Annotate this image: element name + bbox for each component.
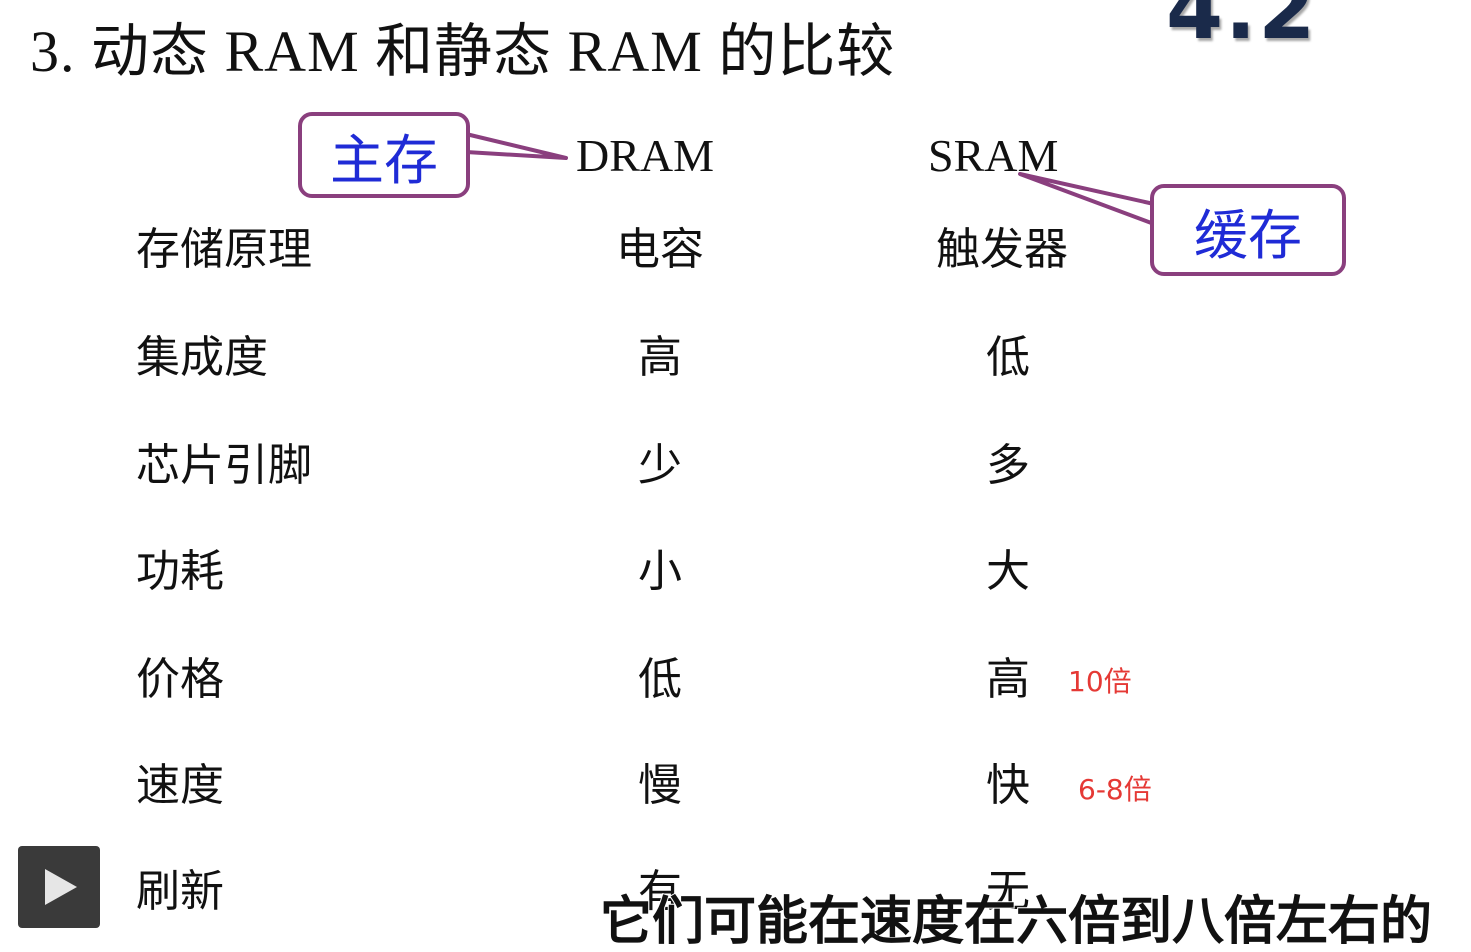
row-label-speed: 速度 xyxy=(136,760,224,811)
row-label-power: 功耗 xyxy=(136,546,224,597)
cell-dram-price: 低 xyxy=(638,654,682,705)
column-header-sram: SRAM xyxy=(928,130,1059,181)
callout-pointer-main xyxy=(464,132,568,160)
row-label-chip-pins: 芯片引脚 xyxy=(136,440,312,491)
play-icon xyxy=(45,869,77,905)
play-button[interactable] xyxy=(18,846,100,928)
cell-sram-speed: 快 xyxy=(986,760,1030,811)
row-label-storage-principle: 存储原理 xyxy=(136,224,312,275)
video-subtitle: 它们可能在速度在六倍到八倍左右的 xyxy=(599,891,1433,952)
cell-sram-chip-pins: 多 xyxy=(986,440,1030,491)
column-header-dram: DRAM xyxy=(576,130,715,181)
cell-sram-storage-principle: 触发器 xyxy=(936,224,1068,275)
cell-dram-speed: 慢 xyxy=(638,760,682,811)
note-price-ratio: 10倍 xyxy=(1068,665,1132,698)
cell-dram-storage-principle: 电容 xyxy=(616,224,704,275)
section-number: 4.2 xyxy=(1166,0,1318,58)
cell-dram-chip-pins: 少 xyxy=(638,440,682,491)
cell-dram-integration: 高 xyxy=(638,332,682,383)
row-label-price: 价格 xyxy=(136,654,224,705)
slide-title: 3. 动态 RAM 和静态 RAM 的比较 xyxy=(30,19,896,84)
callout-cache: 缓存 xyxy=(1150,184,1346,276)
row-label-integration: 集成度 xyxy=(136,332,268,383)
note-speed-ratio: 6-8倍 xyxy=(1078,773,1152,806)
callout-main-memory: 主存 xyxy=(298,112,470,198)
cell-sram-integration: 低 xyxy=(986,332,1030,383)
cell-sram-price: 高 xyxy=(986,654,1030,705)
row-label-refresh: 刷新 xyxy=(136,866,224,917)
cell-sram-power: 大 xyxy=(986,546,1030,597)
cell-dram-power: 小 xyxy=(638,546,682,597)
